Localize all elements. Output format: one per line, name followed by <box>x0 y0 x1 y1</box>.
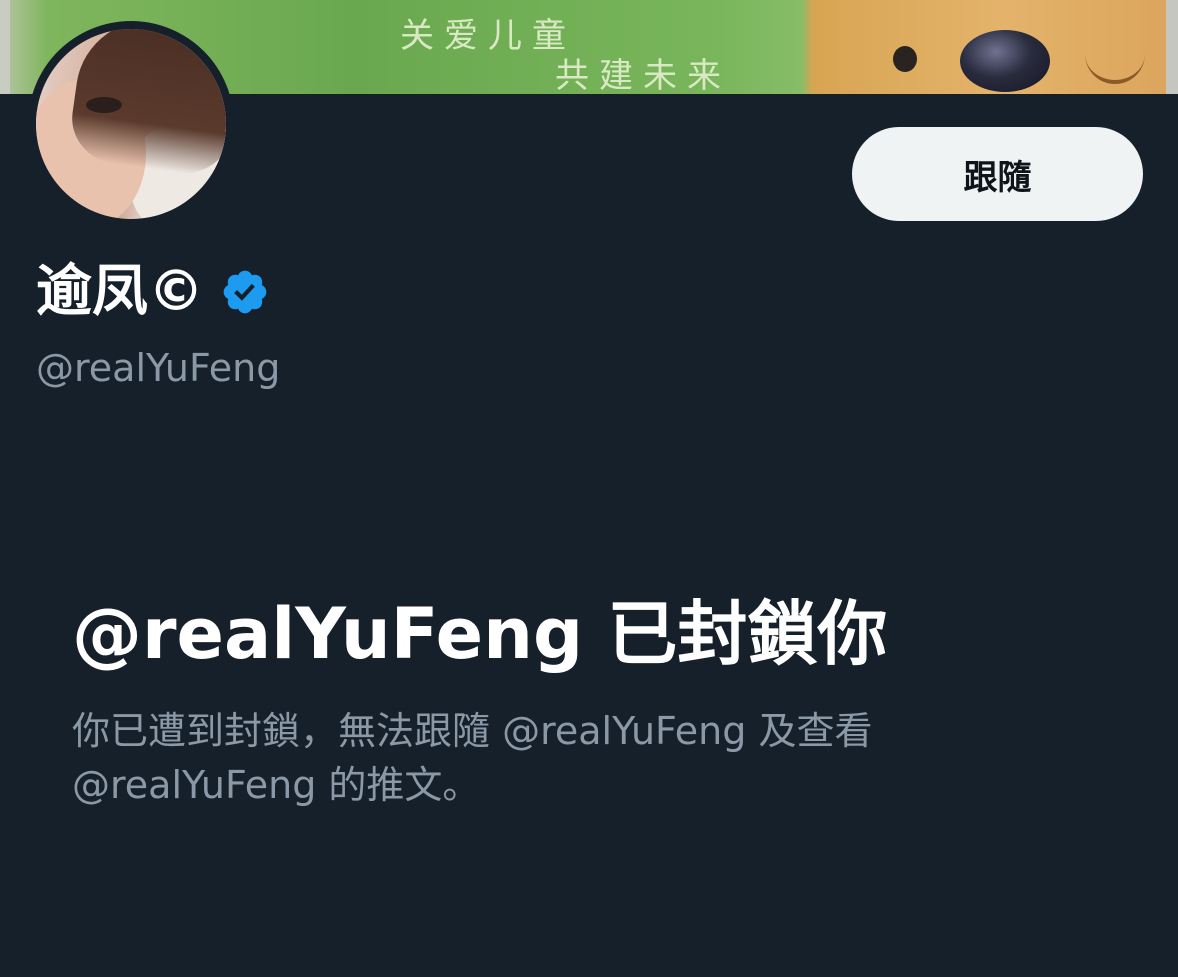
verified-badge-icon[interactable] <box>220 267 270 317</box>
banner-bear-eye <box>893 46 917 72</box>
banner-edge <box>0 0 10 94</box>
blocked-description: 你已遭到封鎖，無法跟隨 @realYuFeng 及查看 @realYuFeng … <box>72 709 873 807</box>
blocked-title: @realYuFeng 已封鎖你 <box>72 593 888 675</box>
avatar[interactable] <box>28 21 234 227</box>
banner-edge-right <box>1166 0 1178 94</box>
banner-caption-line-1: 关爱儿童 <box>400 16 576 56</box>
display-name-row: 逾凤© <box>36 252 270 332</box>
banner-bear-nose <box>960 30 1050 92</box>
profile-page: 关爱儿童 共建未来 跟隨 逾凤© @realYuFeng @realYuFeng… <box>0 0 1178 977</box>
avatar-eye <box>86 97 122 113</box>
display-name: 逾凤© <box>36 259 204 324</box>
banner-bear-mouth <box>1085 40 1145 84</box>
banner-caption-line-2: 共建未来 <box>555 56 731 94</box>
username: @realYuFeng <box>36 346 281 390</box>
avatar-photo <box>36 29 226 219</box>
follow-button[interactable]: 跟隨 <box>852 127 1143 221</box>
